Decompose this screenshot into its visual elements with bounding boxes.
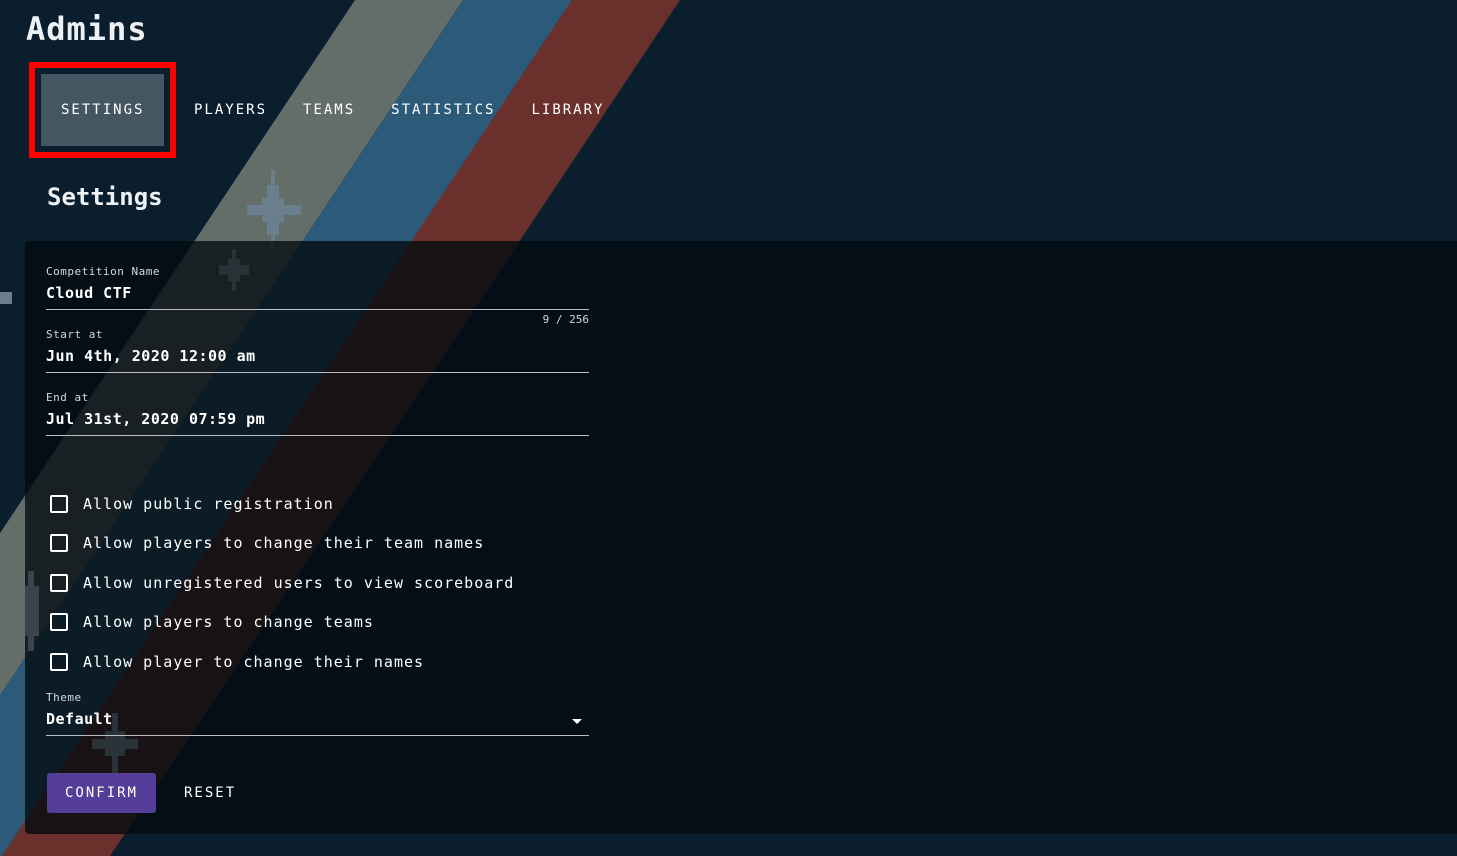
confirm-button[interactable]: CONFIRM	[47, 773, 156, 813]
tab-library[interactable]: LIBRARY	[513, 75, 622, 145]
option-label: Allow unregistered users to view scorebo…	[83, 573, 515, 592]
checkbox[interactable]	[50, 534, 68, 553]
checkbox[interactable]	[50, 573, 68, 592]
start-at-field[interactable]: Start at Jun 4th, 2020 12:00 am	[46, 328, 589, 373]
form-actions: CONFIRM RESET	[47, 773, 249, 813]
field-underline	[46, 735, 589, 736]
end-at-label: End at	[46, 391, 89, 404]
field-underline	[46, 372, 589, 373]
competition-name-label: Competition Name	[46, 265, 160, 278]
competition-name-field[interactable]: Competition Name Cloud CTF 9 / 256	[46, 265, 589, 326]
theme-label: Theme	[46, 691, 82, 704]
option-change-player-names[interactable]: Allow player to change their names	[50, 642, 514, 682]
sparkle-icon	[25, 571, 39, 651]
character-counter: 9 / 256	[542, 313, 589, 326]
page-title: Admins	[26, 10, 148, 48]
reset-button[interactable]: RESET	[171, 773, 249, 813]
checkbox[interactable]	[50, 613, 68, 632]
option-unregistered-scoreboard[interactable]: Allow unregistered users to view scorebo…	[50, 563, 514, 603]
field-underline	[46, 309, 589, 310]
sparkle-icon	[0, 292, 12, 304]
option-label: Allow players to change their team names	[83, 534, 485, 553]
tab-players[interactable]: PLAYERS	[176, 75, 285, 145]
settings-panel: Competition Name Cloud CTF 9 / 256 Start…	[25, 241, 1457, 834]
option-public-registration[interactable]: Allow public registration	[50, 484, 514, 524]
competition-name-input[interactable]: Cloud CTF	[46, 284, 589, 302]
option-label: Allow public registration	[83, 494, 334, 513]
chevron-down-icon[interactable]	[572, 719, 582, 724]
tab-settings[interactable]: SETTINGS	[29, 62, 176, 158]
options-list: Allow public registration Allow players …	[50, 484, 514, 682]
tab-statistics[interactable]: STATISTICS	[373, 75, 513, 145]
checkbox[interactable]	[50, 494, 68, 513]
tab-teams[interactable]: TEAMS	[285, 75, 373, 145]
end-at-field[interactable]: End at Jul 31st, 2020 07:59 pm	[46, 391, 589, 436]
option-label: Allow player to change their names	[83, 652, 425, 671]
section-title: Settings	[47, 183, 163, 211]
start-at-label: Start at	[46, 328, 103, 341]
option-change-team-names[interactable]: Allow players to change their team names	[50, 524, 514, 564]
end-at-input[interactable]: Jul 31st, 2020 07:59 pm	[46, 410, 589, 428]
option-change-teams[interactable]: Allow players to change teams	[50, 603, 514, 643]
field-underline	[46, 435, 589, 436]
start-at-input[interactable]: Jun 4th, 2020 12:00 am	[46, 347, 589, 365]
checkbox[interactable]	[50, 652, 68, 671]
theme-select[interactable]: Theme Default	[46, 691, 589, 736]
option-label: Allow players to change teams	[83, 613, 374, 632]
admin-tabs: SETTINGS PLAYERS TEAMS STATISTICS LIBRAR…	[29, 62, 622, 158]
theme-value[interactable]: Default	[46, 710, 589, 728]
